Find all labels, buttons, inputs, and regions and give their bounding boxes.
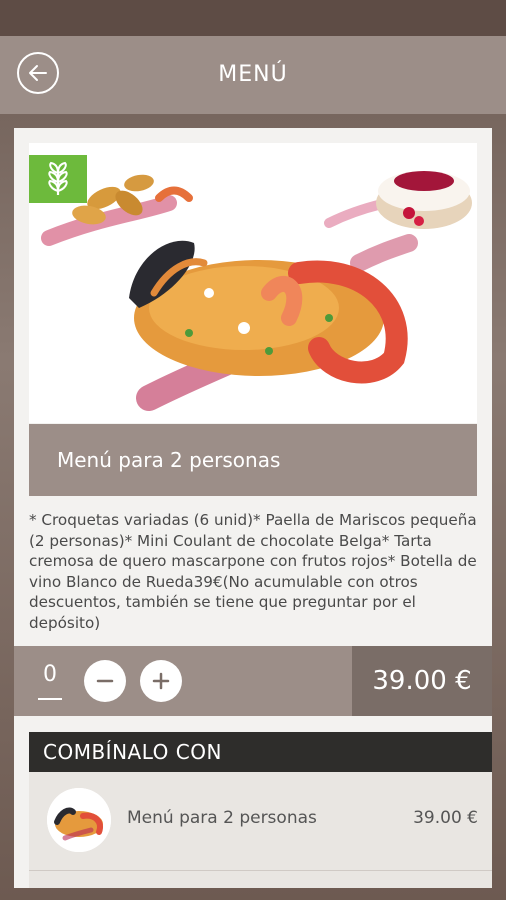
combo-item[interactable]: Menú para 2 personas 39.00 € (29, 772, 492, 871)
decrease-button[interactable] (84, 660, 126, 702)
page-title: MENÚ (218, 62, 288, 87)
wheat-icon (48, 161, 68, 195)
combo-heading: COMBÍNALO CON (29, 732, 492, 772)
food-illustration (41, 171, 472, 411)
product-name: Menú para 2 personas (29, 424, 477, 496)
vegetarian-badge (29, 155, 87, 203)
status-bar (0, 0, 506, 36)
product-image (29, 143, 477, 423)
combo-item-name: Menú para 2 personas (127, 808, 317, 828)
combo-item-price: 39.00 € (413, 808, 478, 828)
product-card: Menú para 2 personas * Croquetas variada… (14, 128, 492, 888)
product-description: * Croquetas variadas (6 unid)* Paella de… (29, 511, 477, 632)
combo-item-thumbnail (47, 788, 111, 852)
increase-button[interactable] (140, 660, 182, 702)
quantity-field[interactable]: 0 (38, 662, 62, 700)
product-price: 39.00 € (352, 646, 492, 716)
minus-icon (96, 679, 114, 683)
order-row: 0 39.00 € (14, 646, 492, 716)
app-bar: MENÚ (0, 36, 506, 114)
plus-icon (152, 672, 170, 690)
combo-list: Menú para 2 personas 39.00 € (29, 772, 492, 888)
